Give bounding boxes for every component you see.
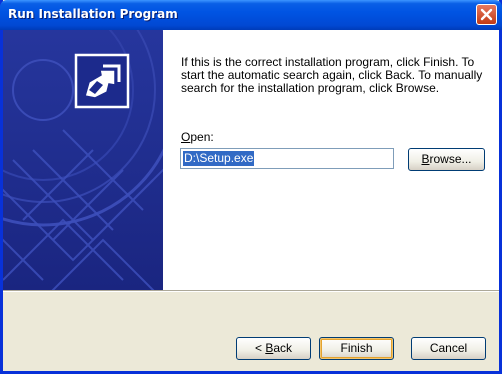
close-button[interactable] bbox=[476, 4, 497, 25]
open-path-value: D:\Setup.exe bbox=[183, 151, 255, 166]
run-installation-dialog: Run Installation Program If this is the … bbox=[0, 0, 502, 374]
cancel-button[interactable]: Cancel bbox=[411, 337, 486, 360]
browse-label: rowse... bbox=[429, 152, 472, 166]
wizard-content: If this is the correct installation prog… bbox=[163, 30, 499, 290]
open-label: Open: bbox=[181, 130, 214, 144]
window-title: Run Installation Program bbox=[8, 7, 178, 21]
open-label-access-key: O bbox=[181, 130, 191, 144]
instruction-text: If this is the correct installation prog… bbox=[181, 55, 483, 95]
cd-disc-graphic bbox=[3, 30, 163, 290]
back-prefix: < bbox=[254, 341, 266, 355]
open-path-input[interactable]: D:\Setup.exe bbox=[180, 148, 394, 169]
wizard-side-panel bbox=[3, 30, 163, 290]
install-arrow-icon bbox=[74, 53, 130, 109]
finish-button[interactable]: Finish bbox=[319, 337, 394, 360]
open-label-text: pen: bbox=[190, 130, 214, 144]
browse-access-key: B bbox=[421, 152, 430, 166]
close-icon bbox=[480, 8, 493, 21]
footer-divider bbox=[3, 290, 499, 292]
browse-button[interactable]: Browse... bbox=[408, 148, 485, 171]
back-button[interactable]: < Back bbox=[236, 337, 311, 360]
back-label: ack bbox=[273, 341, 293, 355]
title-bar[interactable]: Run Installation Program bbox=[0, 0, 502, 30]
